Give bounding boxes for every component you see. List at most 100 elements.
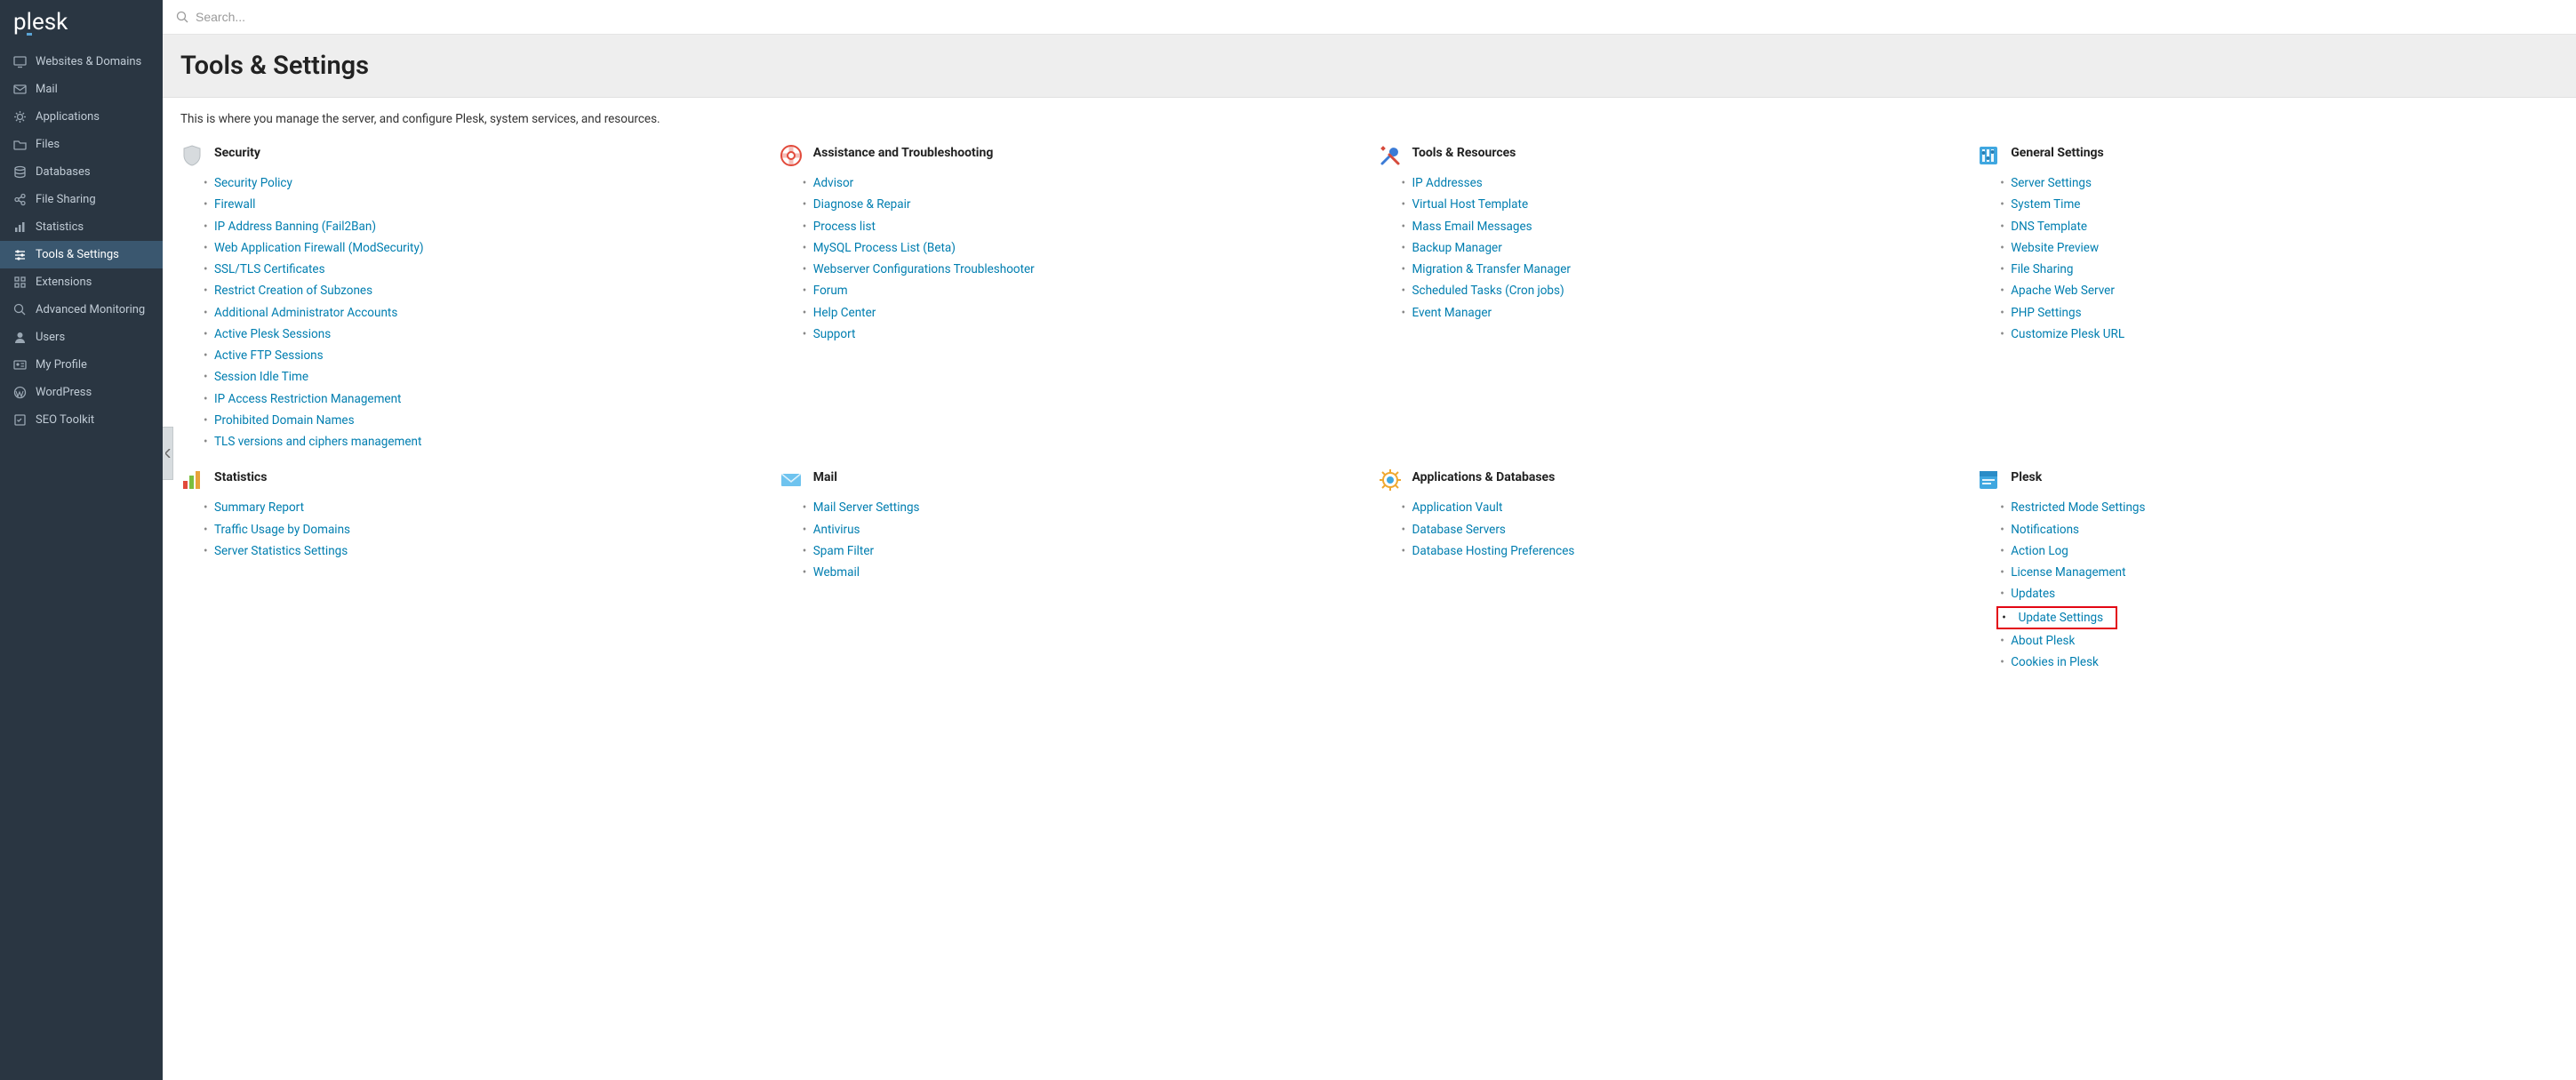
link-server-settings[interactable]: Server Settings — [2011, 176, 2092, 190]
link-scheduled-tasks-cron-jobs[interactable]: Scheduled Tasks (Cron jobs) — [1412, 284, 1564, 298]
link-active-plesk-sessions[interactable]: Active Plesk Sessions — [214, 327, 331, 341]
link-customize-plesk-url[interactable]: Customize Plesk URL — [2011, 327, 2124, 341]
link-webmail[interactable]: Webmail — [813, 565, 860, 580]
sidebar-item-mail[interactable]: Mail — [0, 76, 163, 103]
link-mysql-process-list-beta[interactable]: MySQL Process List (Beta) — [813, 241, 956, 255]
link-application-vault[interactable]: Application Vault — [1412, 500, 1503, 515]
link-spam-filter[interactable]: Spam Filter — [813, 544, 874, 558]
sidebar-item-wp[interactable]: WordPress — [0, 379, 163, 406]
link-security-policy[interactable]: Security Policy — [214, 176, 292, 190]
link-support[interactable]: Support — [813, 327, 856, 341]
link-summary-report[interactable]: Summary Report — [214, 500, 304, 515]
link-mail-server-settings[interactable]: Mail Server Settings — [813, 500, 920, 515]
sidebar-item-label: File Sharing — [36, 193, 96, 206]
sidebar-item-ext[interactable]: Extensions — [0, 268, 163, 296]
link-cookies-in-plesk[interactable]: Cookies in Plesk — [2011, 655, 2099, 669]
sidebar-item-advmon[interactable]: Advanced Monitoring — [0, 296, 163, 324]
link-php-settings[interactable]: PHP Settings — [2011, 306, 2081, 320]
link-firewall[interactable]: Firewall — [214, 197, 255, 212]
group-title: Applications & Databases — [1412, 468, 1556, 484]
link-backup-manager[interactable]: Backup Manager — [1412, 241, 1502, 255]
link-server-statistics-settings[interactable]: Server Statistics Settings — [214, 544, 348, 558]
group-item: Prohibited Domain Names — [214, 410, 762, 431]
link-process-list[interactable]: Process list — [813, 220, 876, 234]
bars-icon — [13, 220, 27, 234]
group-item: Help Center — [813, 302, 1361, 324]
link-updates[interactable]: Updates — [2011, 587, 2055, 601]
title-band: Tools & Settings — [163, 35, 2576, 98]
sidebar-item-users[interactable]: Users — [0, 324, 163, 351]
link-virtual-host-template[interactable]: Virtual Host Template — [1412, 197, 1529, 212]
link-advisor[interactable]: Advisor — [813, 176, 853, 190]
link-prohibited-domain-names[interactable]: Prohibited Domain Names — [214, 413, 355, 428]
sidebar-item-databases[interactable]: Databases — [0, 158, 163, 186]
link-update-settings[interactable]: Update Settings — [2019, 611, 2104, 625]
group-item: Security Policy — [214, 172, 762, 194]
link-mass-email-messages[interactable]: Mass Email Messages — [1412, 220, 1532, 234]
link-diagnose-repair[interactable]: Diagnose & Repair — [813, 197, 911, 212]
link-restricted-mode-settings[interactable]: Restricted Mode Settings — [2011, 500, 2145, 515]
assist-icon — [780, 144, 803, 167]
group-item: Virtual Host Template — [1412, 194, 1960, 215]
link-event-manager[interactable]: Event Manager — [1412, 306, 1492, 320]
sidebar-item-seo[interactable]: SEO Toolkit — [0, 406, 163, 434]
group-item: Session Idle Time — [214, 366, 762, 388]
sidebar-collapse-handle[interactable] — [163, 427, 173, 480]
sidebar-nav: Websites & Domains Mail ApplicationsFilesD… — [0, 48, 163, 434]
link-session-idle-time[interactable]: Session Idle Time — [214, 370, 308, 384]
group-item: License Management — [2011, 562, 2558, 583]
link-system-time[interactable]: System Time — [2011, 197, 2080, 212]
group-item: Advisor — [813, 172, 1361, 194]
group-item: Website Preview — [2011, 237, 2558, 259]
group-item: Webserver Configurations Troubleshooter — [813, 259, 1361, 280]
sidebar-item-apps[interactable]: Applications — [0, 103, 163, 131]
sidebar-item-profile[interactable]: My Profile — [0, 351, 163, 379]
sidebar-item-label: Mail — [36, 83, 58, 96]
link-help-center[interactable]: Help Center — [813, 306, 876, 320]
sidebar-item-fileshare[interactable]: File Sharing — [0, 186, 163, 213]
link-license-management[interactable]: License Management — [2011, 565, 2125, 580]
link-active-ftp-sessions[interactable]: Active FTP Sessions — [214, 348, 324, 363]
sidebar-item-label: SEO Toolkit — [36, 413, 94, 427]
group-item: Active FTP Sessions — [214, 345, 762, 366]
link-webserver-configurations-troubleshooter[interactable]: Webserver Configurations Troubleshooter — [813, 262, 1035, 276]
link-about-plesk[interactable]: About Plesk — [2011, 634, 2075, 648]
group-item: Process list — [813, 216, 1361, 237]
group-list: Restricted Mode Settings Notifications Act… — [1977, 497, 2558, 673]
search-icon — [176, 11, 188, 23]
sidebar-item-stats[interactable]: Statistics — [0, 213, 163, 241]
group-statistics: StatisticsSummary ReportTraffic Usage by… — [180, 468, 762, 562]
group-item: Notifications — [2011, 519, 2558, 540]
link-apache-web-server[interactable]: Apache Web Server — [2011, 284, 2115, 298]
sidebar-item-websites[interactable]: Websites & Domains — [0, 48, 163, 76]
sidebar-item-files[interactable]: Files — [0, 131, 163, 158]
link-ip-address-banning-fail2ban[interactable]: IP Address Banning (Fail2Ban) — [214, 220, 376, 234]
link-forum[interactable]: Forum — [813, 284, 848, 298]
topbar — [163, 0, 2576, 35]
link-action-log[interactable]: Action Log — [2011, 544, 2068, 558]
link-dns-template[interactable]: DNS Template — [2011, 220, 2087, 234]
link-file-sharing[interactable]: File Sharing — [2011, 262, 2073, 276]
link-ip-addresses[interactable]: IP Addresses — [1412, 176, 1483, 190]
sidebar-item-tools[interactable]: Tools & Settings — [0, 241, 163, 268]
link-antivirus[interactable]: Antivirus — [813, 523, 860, 537]
group-item: DNS Template — [2011, 216, 2558, 237]
link-ssl-tls-certificates[interactable]: SSL/TLS Certificates — [214, 262, 325, 276]
grid-icon — [13, 276, 27, 289]
link-web-application-firewall-modsecurity[interactable]: Web Application Firewall (ModSecurity) — [214, 241, 424, 255]
link-restrict-creation-of-subzones[interactable]: Restrict Creation of Subzones — [214, 284, 372, 298]
link-traffic-usage-by-domains[interactable]: Traffic Usage by Domains — [214, 523, 350, 537]
group-list: Mail Server Settings Antivirus Spam Filter… — [780, 497, 1361, 583]
search-input[interactable] — [196, 10, 2563, 24]
link-tls-versions-and-ciphers-management[interactable]: TLS versions and ciphers management — [214, 435, 421, 449]
link-database-hosting-preferences[interactable]: Database Hosting Preferences — [1412, 544, 1575, 558]
link-ip-access-restriction-management[interactable]: IP Access Restriction Management — [214, 392, 401, 406]
group-list: Server Settings System Time DNS Template We… — [1977, 172, 2558, 345]
link-database-servers[interactable]: Database Servers — [1412, 523, 1506, 537]
link-migration-transfer-manager[interactable]: Migration & Transfer Manager — [1412, 262, 1572, 276]
group-item: Server Settings — [2011, 172, 2558, 194]
link-notifications[interactable]: Notifications — [2011, 523, 2079, 537]
sidebar-item-label: WordPress — [36, 386, 92, 399]
link-additional-administrator-accounts[interactable]: Additional Administrator Accounts — [214, 306, 397, 320]
link-website-preview[interactable]: Website Preview — [2011, 241, 2099, 255]
